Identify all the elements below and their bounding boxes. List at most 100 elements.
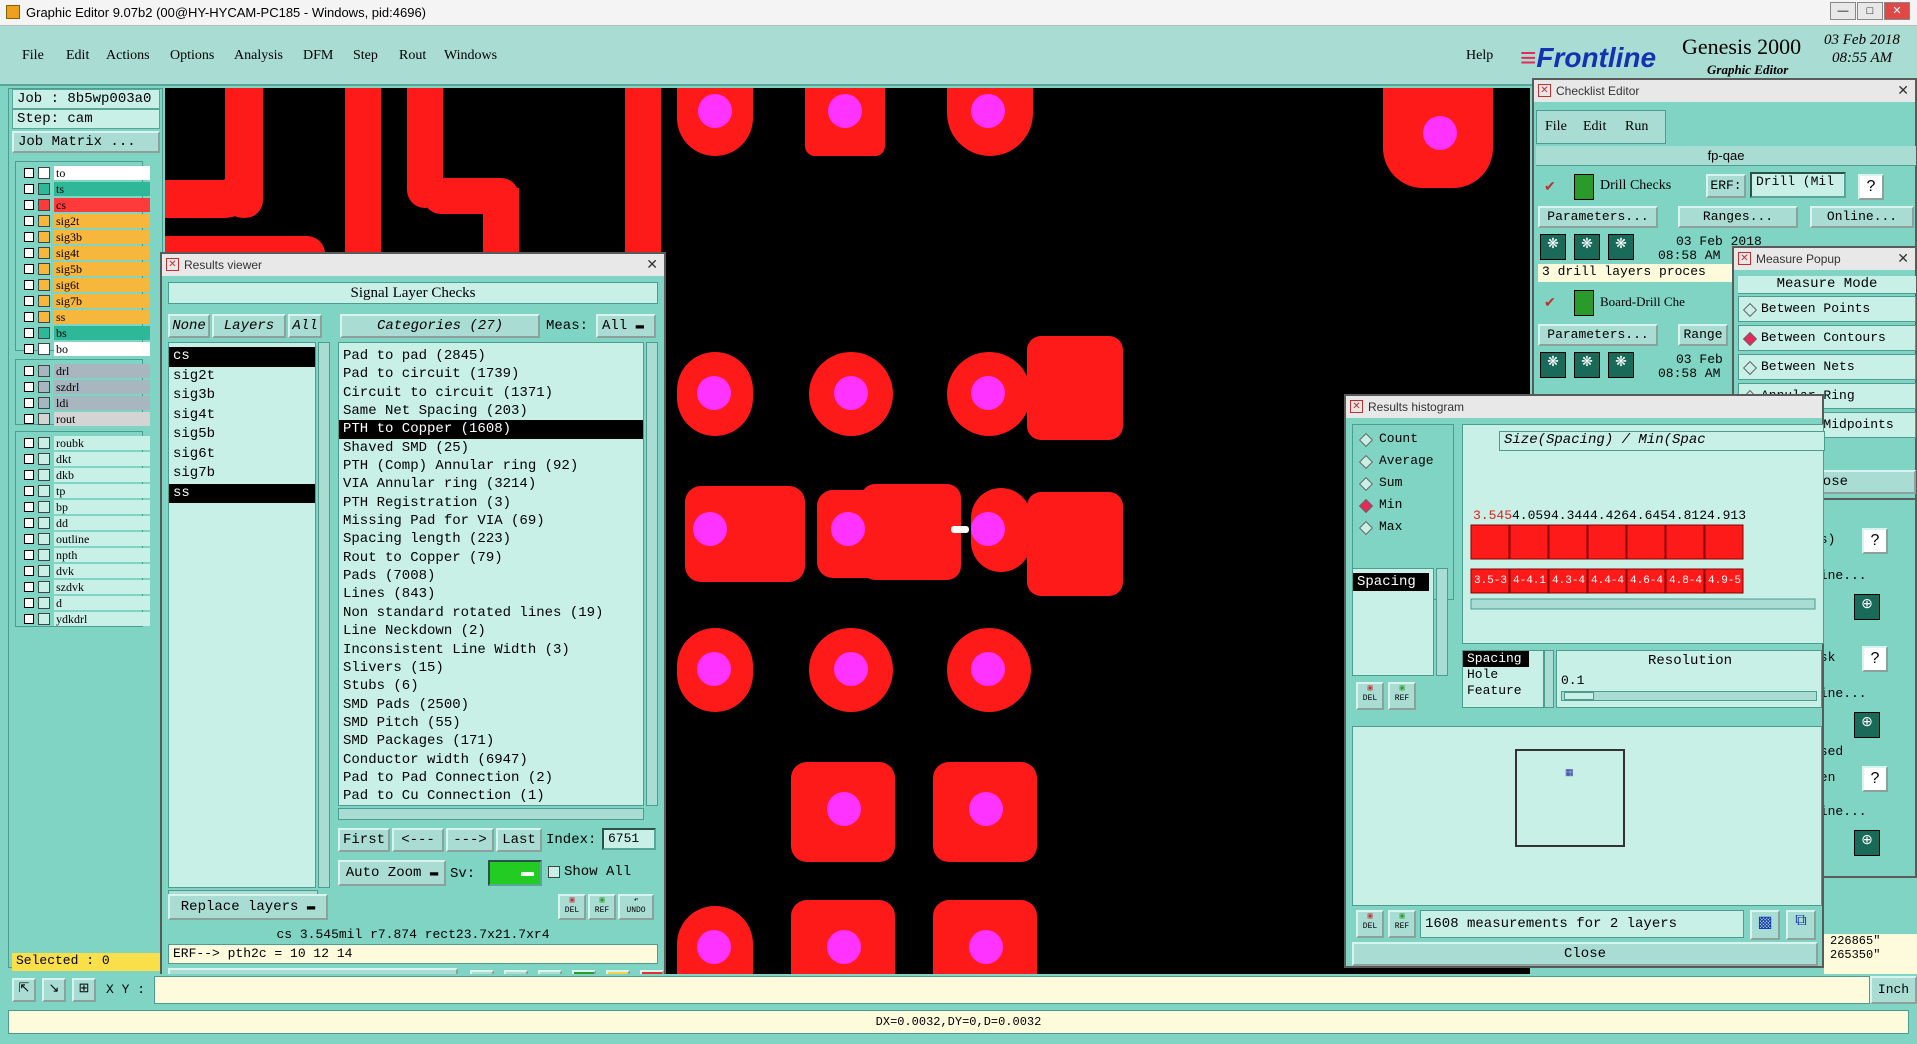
measure-list-scrollbar[interactable]: [1436, 568, 1448, 676]
layer-name[interactable]: cs: [54, 198, 150, 212]
histogram-bar[interactable]: [1704, 524, 1744, 560]
layer-checkbox[interactable]: [24, 344, 34, 354]
last-button[interactable]: Last: [496, 828, 542, 852]
layer-row[interactable]: bs: [22, 326, 150, 340]
undo-button[interactable]: ↶ UNDO: [618, 894, 654, 920]
category-list-item[interactable]: Lines (843): [339, 585, 643, 603]
layer-color-swatch[interactable]: [38, 343, 50, 355]
layer-row[interactable]: dkt: [22, 452, 150, 466]
layer-checkbox[interactable]: [24, 582, 34, 592]
layer-row[interactable]: ldi: [22, 396, 150, 410]
ref-button[interactable]: ▣ REF: [588, 894, 616, 920]
layer-color-swatch[interactable]: [38, 263, 50, 275]
measure-mode-option[interactable]: Between Points: [1738, 296, 1916, 322]
histogram-bar[interactable]: [1626, 524, 1666, 560]
layer-list-item[interactable]: cs: [169, 347, 315, 367]
layer-name[interactable]: ydkdrl: [54, 612, 150, 626]
none-button[interactable]: None: [168, 314, 210, 338]
layer-checkbox[interactable]: [24, 248, 34, 258]
layer-checkbox[interactable]: [24, 264, 34, 274]
erf-button[interactable]: ERF:: [1706, 174, 1746, 198]
category-list-scrollbar[interactable]: [646, 342, 658, 806]
layer-row[interactable]: bp: [22, 500, 150, 514]
layer-name[interactable]: rout: [54, 412, 150, 426]
layer-color-swatch[interactable]: [38, 295, 50, 307]
category-list-item[interactable]: Pads (7008): [339, 567, 643, 585]
layer-row[interactable]: d: [22, 596, 150, 610]
resolution-slider-thumb[interactable]: [1564, 692, 1594, 700]
layer-checkbox[interactable]: [24, 216, 34, 226]
radio-icon[interactable]: [1742, 302, 1758, 318]
layer-row[interactable]: drl: [22, 364, 150, 378]
category-list-item[interactable]: Shaved SMD (25): [339, 439, 643, 457]
measure-popup-close-icon[interactable]: ✕: [1897, 250, 1909, 267]
layer-checkbox[interactable]: [24, 312, 34, 322]
layer-color-swatch[interactable]: [38, 397, 50, 409]
layer-color-swatch[interactable]: [38, 469, 50, 481]
layer-checkbox[interactable]: [24, 614, 34, 624]
layer-row[interactable]: rout: [22, 412, 150, 426]
layer-name[interactable]: d: [54, 596, 150, 610]
layer-color-swatch[interactable]: [38, 437, 50, 449]
layer-list-item[interactable]: sig6t: [169, 445, 315, 465]
layer-checkbox[interactable]: [24, 200, 34, 210]
layer-checkbox[interactable]: [24, 232, 34, 242]
histogram-bar[interactable]: [1665, 524, 1705, 560]
layer-color-swatch[interactable]: [38, 311, 50, 323]
layer-checkbox[interactable]: [24, 382, 34, 392]
preview-thumbnail[interactable]: ▦: [1515, 749, 1625, 847]
copy-image-icon[interactable]: ⧉: [1786, 910, 1816, 940]
layer-name[interactable]: sig5b: [54, 262, 150, 276]
layer-name[interactable]: to: [54, 166, 150, 180]
layer-color-swatch[interactable]: [38, 533, 50, 545]
layer-color-swatch[interactable]: [38, 215, 50, 227]
next-button[interactable]: --->: [446, 828, 494, 852]
job-matrix-button[interactable]: Job Matrix ...: [12, 131, 160, 153]
sv-color-dropdown[interactable]: ▬: [488, 860, 542, 886]
category-list-item[interactable]: Stubs (6): [339, 677, 643, 695]
layer-checkbox[interactable]: [24, 328, 34, 338]
layer-name[interactable]: dvk: [54, 564, 150, 578]
minimize-button[interactable]: —: [1830, 2, 1856, 20]
category-list-item[interactable]: Circuit to circuit (1371): [339, 384, 643, 402]
layer-color-swatch[interactable]: [38, 613, 50, 625]
ranges-button-2[interactable]: Range: [1678, 324, 1728, 346]
layer-row[interactable]: sig7b: [22, 294, 150, 308]
layer-row[interactable]: sig5b: [22, 262, 150, 276]
layer-list-item[interactable]: sig7b: [169, 464, 315, 484]
histogram-close-button[interactable]: Close: [1352, 942, 1818, 966]
erf-value[interactable]: Drill (Mil: [1750, 172, 1846, 198]
layer-checkbox[interactable]: [24, 598, 34, 608]
category-list-item[interactable]: Pad to Cu Connection (1): [339, 787, 643, 805]
stat-label[interactable]: Average: [1379, 453, 1434, 468]
stat-label[interactable]: Max: [1379, 519, 1402, 534]
hist-ref-button[interactable]: ▣ REF: [1388, 682, 1416, 710]
units-dropdown[interactable]: Inch: [1870, 976, 1917, 1004]
layer-row[interactable]: roubk: [22, 436, 150, 450]
layer-checkbox[interactable]: [24, 438, 34, 448]
layer-row[interactable]: sig2t: [22, 214, 150, 228]
layer-color-swatch[interactable]: [38, 279, 50, 291]
layer-row[interactable]: ss: [22, 310, 150, 324]
checklist-close-icon[interactable]: ✕: [1897, 82, 1909, 99]
measure-list-item[interactable]: Spacing: [1353, 573, 1429, 591]
category-list-item[interactable]: Spacing length (223): [339, 530, 643, 548]
menu-analysis[interactable]: Analysis: [234, 48, 283, 64]
layer-row[interactable]: dd: [22, 516, 150, 530]
radio-icon[interactable]: [1742, 360, 1758, 376]
category-list-item[interactable]: Rout to Copper (79): [339, 549, 643, 567]
layer-color-swatch[interactable]: [38, 485, 50, 497]
layer-row[interactable]: outline: [22, 532, 150, 546]
meas-dropdown[interactable]: All ▬: [596, 314, 656, 338]
category-list-item[interactable]: PTH Registration (3): [339, 494, 643, 512]
hist-del-button-2[interactable]: ▣ DEL: [1356, 910, 1384, 938]
category-list-item[interactable]: Same Net Spacing (203): [339, 402, 643, 420]
layer-name[interactable]: sig2t: [54, 214, 150, 228]
stat-radio-icon[interactable]: [1358, 454, 1374, 470]
layer-name[interactable]: ts: [54, 182, 150, 196]
layer-checkbox[interactable]: [24, 486, 34, 496]
histogram-bar[interactable]: [1509, 524, 1549, 560]
layer-name[interactable]: roubk: [54, 436, 150, 450]
help-icon[interactable]: ?: [1858, 174, 1884, 200]
maximize-button[interactable]: □: [1857, 2, 1883, 20]
